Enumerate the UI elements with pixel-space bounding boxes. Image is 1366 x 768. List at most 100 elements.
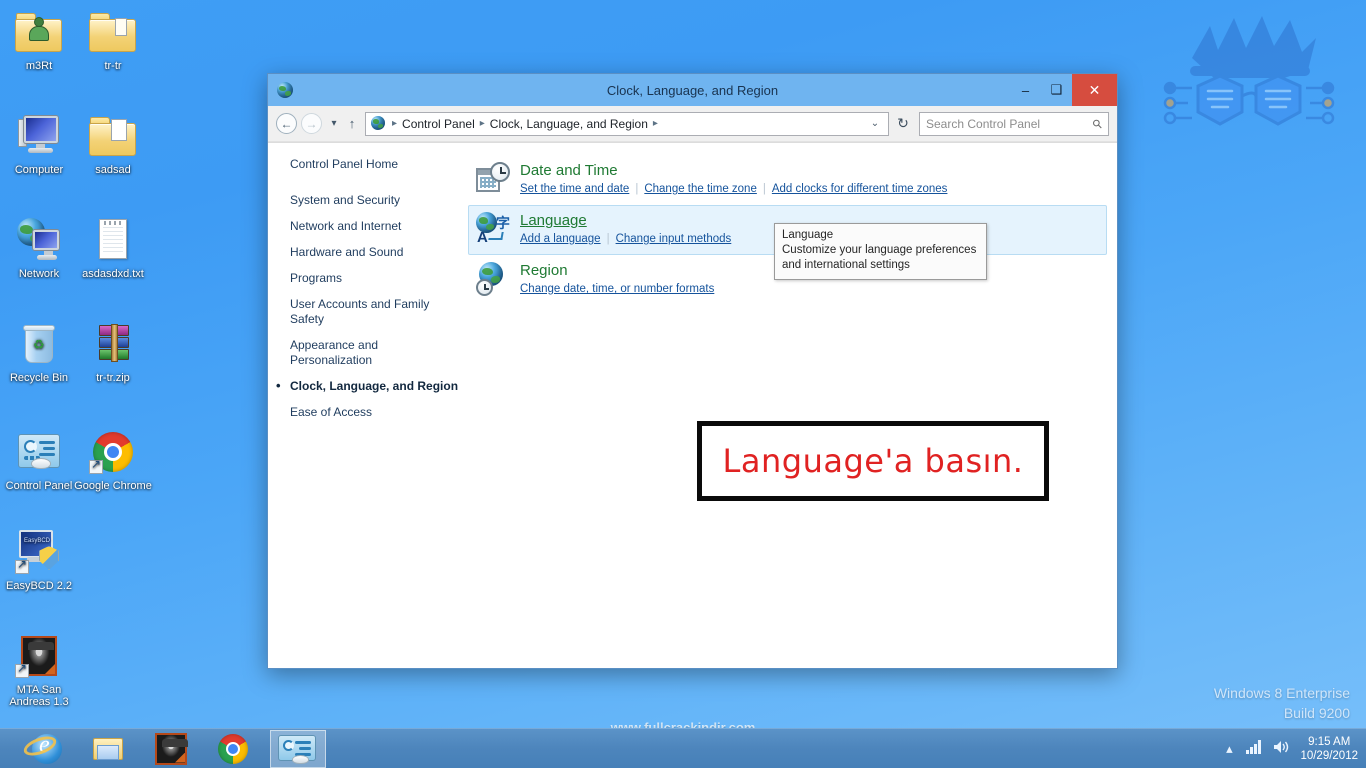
breadcrumb-item-clock-language-region[interactable]: Clock, Language, and Region bbox=[488, 117, 650, 131]
easybcd-icon: EasyBCD bbox=[15, 528, 63, 576]
window-body: Control Panel Home System and Security N… bbox=[268, 142, 1117, 668]
speaker-icon bbox=[1274, 741, 1289, 753]
desktop-icon-mta-san-andreas[interactable]: MTA San Andreas 1.3 bbox=[0, 632, 78, 708]
tooltip-line-2: and international settings bbox=[782, 259, 910, 271]
control-panel-window: Clock, Language, and Region – ❑ ✕ ← → ▾ … bbox=[267, 73, 1118, 669]
desktop-icon-asdasdxd-txt[interactable]: asdasdxd.txt bbox=[74, 216, 152, 280]
link-divider: | bbox=[606, 233, 610, 245]
sidebar-item-programs[interactable]: Programs bbox=[290, 271, 460, 286]
breadcrumb[interactable]: ▸ Control Panel ▸ Clock, Language, and R… bbox=[365, 111, 889, 136]
window-titlebar[interactable]: Clock, Language, and Region – ❑ ✕ bbox=[268, 74, 1117, 106]
link-change-input-methods[interactable]: Change input methods bbox=[616, 233, 732, 245]
mta-taskbar-icon bbox=[155, 732, 188, 765]
mta-san-andreas-icon bbox=[15, 632, 63, 680]
taskbar-item-google-chrome[interactable] bbox=[208, 730, 258, 768]
search-box[interactable]: Search Control Panel ⚲ bbox=[919, 111, 1109, 136]
link-change-date-time-or-number-formats[interactable]: Change date, time, or number formats bbox=[520, 283, 714, 295]
desktop-icon-label: sadsad bbox=[95, 164, 131, 176]
shortcut-arrow-icon bbox=[89, 458, 103, 474]
desktop-icon-label: tr-tr bbox=[104, 60, 122, 72]
search-icon: ⚲ bbox=[1089, 115, 1106, 132]
wallpaper-logo-icon bbox=[1163, 16, 1335, 126]
desktop-icon-control-panel[interactable]: Control Panel bbox=[0, 428, 78, 492]
forward-button[interactable]: → bbox=[301, 113, 322, 134]
desktop-icon-google-chrome[interactable]: Google Chrome bbox=[74, 428, 152, 492]
category-title[interactable]: Region bbox=[520, 262, 714, 280]
volume-icon[interactable] bbox=[1268, 740, 1294, 757]
sidebar-item-appearance-and-personalization[interactable]: Appearance and Personalization bbox=[290, 338, 460, 368]
desktop-icon-label: MTA San Andreas 1.3 bbox=[9, 684, 69, 708]
control-panel-breadcrumb-icon bbox=[371, 116, 386, 131]
control-panel-icon bbox=[15, 428, 63, 476]
desktop-icon-recycle-bin[interactable]: ♻ Recycle Bin bbox=[0, 320, 78, 384]
link-divider: | bbox=[635, 183, 639, 195]
windows-edition: Windows 8 Enterprise bbox=[1213, 685, 1350, 701]
sidebar-item-user-accounts-and-family-safety[interactable]: User Accounts and Family Safety bbox=[290, 297, 460, 327]
desktop-icon-label: asdasdxd.txt bbox=[82, 268, 144, 280]
taskbar-item-file-explorer[interactable] bbox=[84, 730, 134, 768]
desktop-icon-m3rt[interactable]: m3Rt bbox=[0, 8, 78, 72]
desktop-icon-computer[interactable]: Computer bbox=[0, 112, 78, 176]
link-divider: | bbox=[762, 183, 766, 195]
category-title[interactable]: Language bbox=[520, 212, 731, 230]
region-icon bbox=[476, 262, 510, 296]
sidebar-item-ease-of-access[interactable]: Ease of Access bbox=[290, 405, 460, 420]
recycle-bin-icon: ♻ bbox=[15, 320, 63, 368]
breadcrumb-separator: ▸ bbox=[479, 118, 485, 129]
shortcut-arrow-icon bbox=[15, 662, 29, 678]
annotation-box: Language'a basın. bbox=[697, 421, 1049, 501]
refresh-button[interactable]: ↻ bbox=[892, 115, 914, 132]
taskbar-item-mta-san-andreas[interactable] bbox=[146, 730, 196, 768]
link-change-the-time-zone[interactable]: Change the time zone bbox=[644, 183, 757, 195]
sidebar-item-clock-language-and-region[interactable]: Clock, Language, and Region bbox=[276, 378, 460, 394]
category-links: Add a language | Change input methods bbox=[520, 232, 731, 246]
network-icon[interactable] bbox=[1242, 740, 1268, 757]
shortcut-arrow-icon bbox=[15, 558, 29, 574]
link-add-clocks-for-different-time-zones[interactable]: Add clocks for different time zones bbox=[772, 183, 948, 195]
category-links: Change date, time, or number formats bbox=[520, 282, 714, 296]
file-explorer-icon bbox=[93, 736, 125, 762]
desktop-icon-label: Google Chrome bbox=[74, 480, 152, 492]
clock[interactable]: 9:15 AM 10/29/2012 bbox=[1294, 735, 1358, 763]
desktop: m3Rt tr-tr Computer sadsad Network asdas… bbox=[0, 0, 1366, 768]
network-bars-icon bbox=[1246, 740, 1262, 754]
desktop-icon-sadsad[interactable]: sadsad bbox=[74, 112, 152, 176]
archive-icon bbox=[89, 320, 137, 368]
desktop-icon-tr-tr[interactable]: tr-tr bbox=[74, 8, 152, 72]
window-title: Clock, Language, and Region bbox=[606, 82, 779, 98]
link-set-the-time-and-date[interactable]: Set the time and date bbox=[520, 183, 629, 195]
show-hidden-icons-button[interactable]: ▴ bbox=[1216, 741, 1242, 757]
system-tray: ▴ 9:15 AM 10/29/2012 bbox=[1216, 735, 1366, 763]
category-list: Date and Time Set the time and date | Chan… bbox=[468, 143, 1117, 668]
language-icon: 字 A bbox=[476, 212, 510, 246]
back-button[interactable]: ← bbox=[276, 113, 297, 134]
folder-user-icon bbox=[15, 8, 63, 56]
date-and-time-icon bbox=[476, 162, 510, 196]
control-panel-taskbar-icon bbox=[278, 733, 318, 765]
sidebar: Control Panel Home System and Security N… bbox=[268, 143, 468, 668]
network-icon bbox=[15, 216, 63, 264]
tooltip-title: Language bbox=[782, 229, 834, 241]
taskbar-item-internet-explorer[interactable] bbox=[21, 730, 72, 768]
sidebar-item-control-panel-home[interactable]: Control Panel Home bbox=[290, 157, 460, 172]
desktop-icon-tr-tr-zip[interactable]: tr-tr.zip bbox=[74, 320, 152, 384]
desktop-icon-label: Control Panel bbox=[5, 480, 73, 492]
up-button[interactable]: ↑ bbox=[344, 116, 360, 131]
breadcrumb-dropdown-icon[interactable]: ⌄ bbox=[866, 118, 884, 129]
breadcrumb-item-control-panel[interactable]: Control Panel bbox=[400, 117, 477, 131]
sidebar-item-system-and-security[interactable]: System and Security bbox=[290, 193, 460, 208]
windows-version-watermark: Windows 8 Enterprise Build 9200 bbox=[1214, 683, 1350, 723]
category-date-and-time[interactable]: Date and Time Set the time and date | Chan… bbox=[468, 155, 1107, 205]
chrome-taskbar-icon bbox=[218, 733, 248, 764]
category-title[interactable]: Date and Time bbox=[520, 162, 947, 180]
taskbar: ▴ 9:15 AM 10/29/2012 bbox=[0, 728, 1366, 768]
chrome-icon bbox=[89, 428, 137, 476]
search-input[interactable]: Search Control Panel bbox=[926, 117, 1040, 131]
desktop-icon-network[interactable]: Network bbox=[0, 216, 78, 280]
desktop-icon-easybcd[interactable]: EasyBCD EasyBCD 2.2 bbox=[0, 528, 78, 592]
link-add-a-language[interactable]: Add a language bbox=[520, 233, 601, 245]
taskbar-item-control-panel[interactable] bbox=[270, 729, 326, 768]
sidebar-item-hardware-and-sound[interactable]: Hardware and Sound bbox=[290, 245, 460, 260]
sidebar-item-network-and-internet[interactable]: Network and Internet bbox=[290, 219, 460, 234]
recent-locations-button[interactable]: ▾ bbox=[326, 118, 342, 129]
